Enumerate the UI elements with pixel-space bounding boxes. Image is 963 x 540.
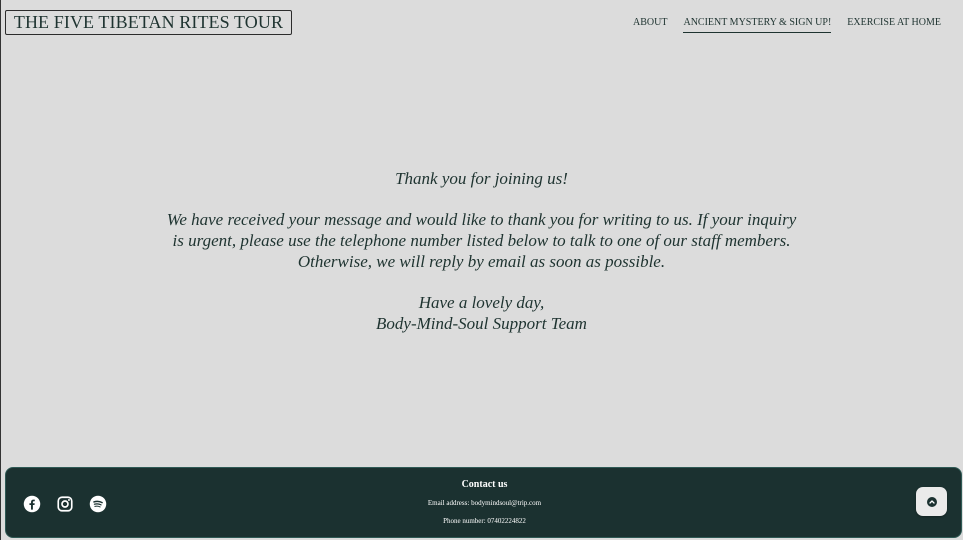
email-value[interactable]: bodymindsoul@trip.com [471, 499, 541, 507]
nav-item-ancient-mystery-sign-up[interactable]: ANCIENT MYSTERY & SIGN UP! [683, 15, 832, 33]
contact-email: Email address: bodymindsoul@trip.com [6, 498, 963, 508]
contact-title: Contact us [461, 479, 508, 490]
scroll-to-top-button[interactable] [916, 487, 947, 516]
contact-phone: Phone number: 07402224822 [6, 516, 963, 526]
message-closing: Have a lovely day, [418, 293, 545, 312]
site-footer: Contact us Email address: bodymindsoul@t… [5, 467, 962, 538]
site-title-link[interactable]: THE FIVE TIBETAN RITES TOUR [5, 10, 292, 35]
nav-item-about[interactable]: ABOUT [633, 15, 667, 33]
main-navigation: ABOUT ANCIENT MYSTERY & SIGN UP! EXERCIS… [633, 15, 941, 33]
message-body: We have received your message and would … [166, 210, 797, 271]
phone-value[interactable]: 07402224822 [487, 517, 526, 525]
email-label: Email address: [427, 499, 470, 507]
thank-you-message: Thank you for joining us! We have receiv… [0, 168, 963, 334]
message-signature: Body-Mind-Soul Support Team [376, 314, 587, 333]
nav-item-exercise-at-home[interactable]: EXERCISE AT HOME [847, 15, 941, 33]
contact-info: Contact us Email address: bodymindsoul@t… [6, 478, 963, 534]
phone-label: Phone number: [443, 517, 486, 525]
message-heading: Thank you for joining us! [395, 169, 568, 188]
arrow-up-icon [926, 496, 937, 507]
